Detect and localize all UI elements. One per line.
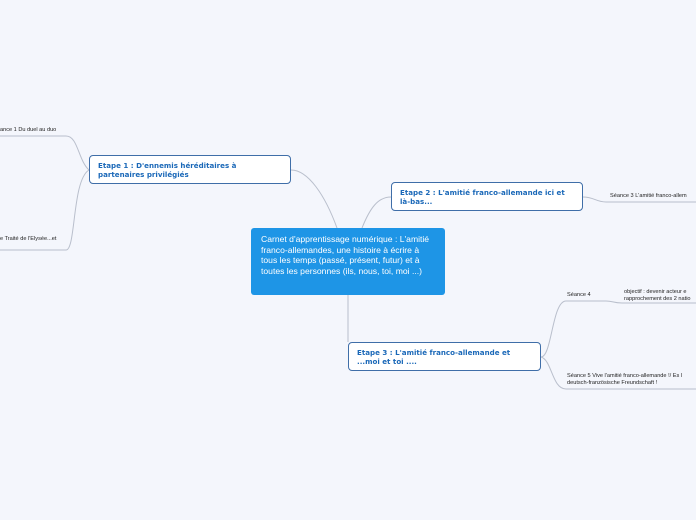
seance5-line1: Séance 5 Vive l'amitié franco-allemande … (567, 373, 683, 379)
central-topic[interactable]: Carnet d'apprentissage numérique : L'ami… (251, 228, 445, 295)
connector-etape3-seance4 (540, 300, 606, 358)
seance5-line2: deutsch-französische Freundschaft ! (567, 380, 658, 386)
seance4-text: Séance 4 (567, 292, 591, 298)
connector-central-etape1 (290, 169, 338, 229)
objectif-topic[interactable]: objectif : devenir acteur e rapprochemen… (624, 289, 691, 303)
etape3-title: Etape 3 : L'amitié franco-allemande et .… (357, 348, 511, 366)
central-topic-text: Carnet d'apprentissage numérique : L'ami… (261, 234, 430, 276)
objectif-line2: rapprochement des 2 natio (624, 296, 691, 302)
seance2-topic[interactable]: e Traité de l'Elysée...et (0, 236, 56, 243)
seance3-topic[interactable]: Séance 3 L'amitié franco-allem (610, 193, 687, 200)
seance2-text: e Traité de l'Elysée...et (0, 236, 57, 242)
seance1-text: ance 1 Du duel au duo (0, 127, 57, 133)
seance5-topic[interactable]: Séance 5 Vive l'amitié franco-allemande … (567, 373, 682, 387)
etape1-topic[interactable]: Etape 1 : D'ennemis héréditaires à parte… (89, 155, 291, 184)
seance1-topic[interactable]: ance 1 Du duel au duo (0, 127, 56, 134)
seance4-topic[interactable]: Séance 4 (567, 292, 591, 299)
etape2-title: Etape 2 : L'amitié franco-allemande ici … (400, 188, 565, 206)
etape1-title: Etape 1 : D'ennemis héréditaires à parte… (98, 161, 237, 179)
etape3-topic[interactable]: Etape 3 : L'amitié franco-allemande et .… (348, 342, 541, 371)
seance3-text: Séance 3 L'amitié franco-allem (610, 193, 687, 199)
etape2-topic[interactable]: Etape 2 : L'amitié franco-allemande ici … (391, 182, 583, 211)
connector-etape1-seance1 (0, 135, 90, 171)
mind-map-canvas: Carnet d'apprentissage numérique : L'ami… (0, 0, 696, 520)
connector-central-etape2 (361, 196, 392, 229)
objectif-line1: objectif : devenir acteur e (624, 289, 687, 295)
